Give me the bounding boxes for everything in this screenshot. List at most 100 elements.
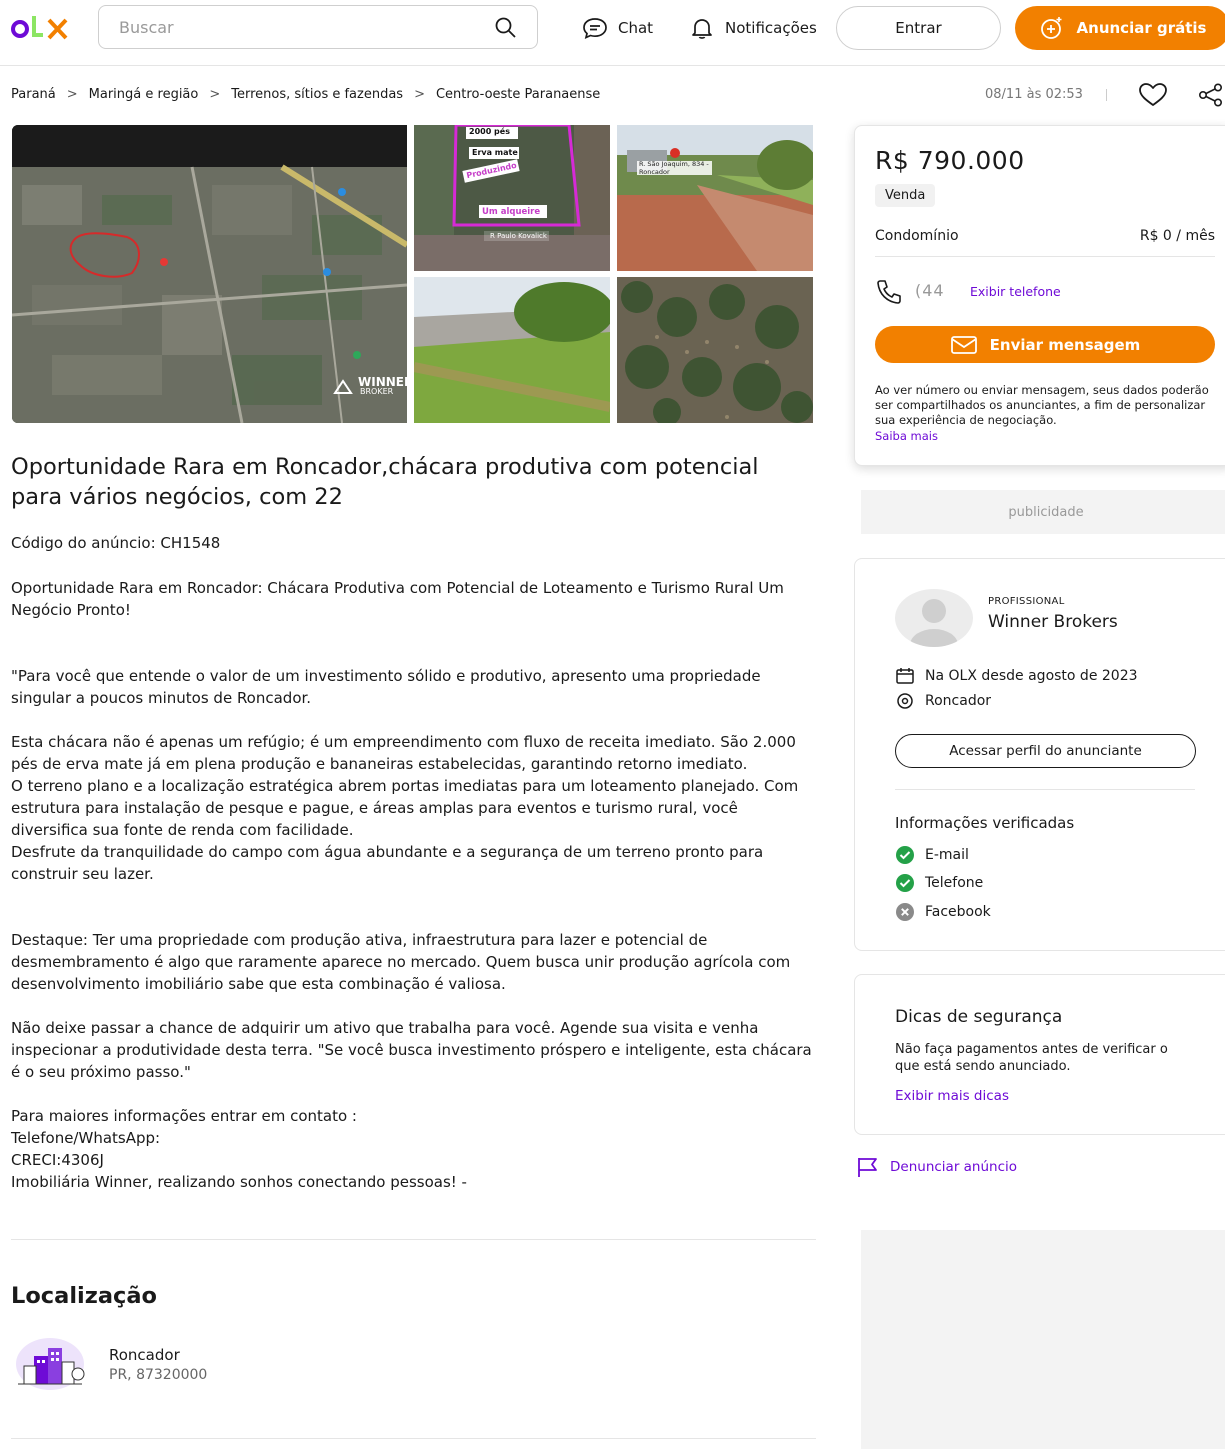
chat-label: Chat (618, 19, 654, 37)
advertisement-label: publicidade (1008, 504, 1084, 520)
search-input[interactable] (119, 17, 493, 37)
divider (1106, 89, 1107, 101)
chevron-right-icon: > (209, 87, 221, 102)
member-since-row: Na OLX desde agosto de 2023 (895, 667, 1138, 685)
thumb-label: 2000 pés (469, 127, 510, 136)
user-silhouette-icon (910, 599, 958, 647)
breadcrumb: Paraná > Maringá e região > Terrenos, sí… (11, 87, 600, 102)
seller-card: PROFISSIONAL Winner Brokers Na OLX desde… (854, 558, 1225, 951)
watermark-sub: BROKER (360, 387, 394, 396)
aerial-trees-image (617, 277, 813, 423)
advertisement-slot: publicidade (861, 490, 1225, 534)
breadcrumb-item[interactable]: Terrenos, sítios e fazendas (231, 87, 403, 102)
plot-map-image (414, 125, 610, 271)
member-since-text: Na OLX desde agosto de 2023 (925, 668, 1138, 684)
description-paragraph: Esta chácara não é apenas um refúgio; é … (11, 733, 799, 883)
notifications-label: Notificações (725, 19, 817, 37)
favorite-heart-icon[interactable] (1138, 82, 1168, 108)
listing-type-badge: Venda (875, 184, 936, 207)
phone-icon (877, 280, 901, 304)
aerial-map-image (12, 125, 407, 423)
thumb-label: Erva mate (472, 148, 518, 157)
envelope-icon (950, 335, 977, 354)
view-seller-profile-label: Acessar perfil do anunciante (949, 743, 1142, 759)
more-tips-link[interactable]: Exibir mais dicas (895, 1088, 1009, 1104)
description-paragraph: "Para você que entende o valor de um inv… (11, 667, 761, 707)
listing-title: Oportunidade Rara em Roncador,chácara pr… (11, 454, 759, 510)
learn-more-link[interactable]: Saiba mais (875, 429, 938, 443)
login-label: Entrar (895, 19, 942, 37)
divider (11, 1239, 816, 1240)
seller-type-tag: PROFISSIONAL (988, 596, 1065, 607)
check-circle-icon (896, 846, 914, 864)
chat-icon (583, 18, 607, 39)
top-header: Chat Notificações Entrar Anunciar grátis (0, 0, 1225, 66)
gallery-thumb[interactable] (414, 277, 610, 423)
location-pin-icon (897, 693, 913, 709)
price: R$ 790.000 (875, 146, 1025, 175)
verified-email-row: E-mail (895, 845, 969, 865)
post-ad-label: Anunciar grátis (1076, 19, 1207, 37)
verified-item-label: Telefone (925, 875, 984, 891)
verified-item-label: Facebook (925, 904, 991, 920)
posted-date: 08/11 às 02:53 (985, 87, 1083, 102)
send-message-label: Enviar mensagem (989, 335, 1141, 354)
sidebar-placeholder (861, 1230, 1225, 1449)
seller-city: Roncador (925, 693, 992, 709)
price-card: R$ 790.000 Venda Condomínio R$ 0 / mês (… (854, 125, 1225, 466)
thumb-label: R. São Joaquim, 834 - Roncador (639, 160, 709, 176)
post-ad-button[interactable]: Anunciar grátis (1015, 6, 1225, 50)
share-icon[interactable] (1198, 83, 1224, 107)
street-photo-image (617, 125, 813, 271)
field-photo-image (414, 277, 610, 423)
location-heading: Localização (11, 1283, 157, 1309)
chevron-right-icon: > (414, 87, 425, 102)
gallery-thumb[interactable]: 2000 pés Erva mate Produzindo Um alqueir… (414, 125, 610, 271)
privacy-disclaimer: Ao ver número ou enviar mensagem, seus d… (875, 383, 1209, 427)
condo-value: R$ 0 / mês (1139, 228, 1215, 244)
description-paragraph: Oportunidade Rara em Roncador: Chácara P… (11, 579, 784, 619)
breadcrumb-item[interactable]: Paraná (11, 87, 56, 102)
thumb-label: R Paulo Kovalick (490, 232, 547, 240)
chevron-right-icon: > (66, 87, 78, 102)
safety-tips-text: Não faça pagamentos antes de verificar o… (895, 1042, 1168, 1074)
seller-name[interactable]: Winner Brokers (988, 612, 1118, 632)
olx-logo[interactable] (10, 12, 72, 42)
view-seller-profile-button[interactable]: Acessar perfil do anunciante (895, 734, 1196, 768)
show-phone-link[interactable]: Exibir telefone (970, 284, 1061, 299)
thumb-label: Um alqueire (482, 207, 541, 217)
gallery-thumb[interactable]: R. São Joaquim, 834 - Roncador (617, 125, 813, 271)
city-buildings-icon (16, 1338, 85, 1390)
unverified-facebook-row: Facebook (895, 902, 991, 922)
report-ad-link[interactable]: Denunciar anúncio (856, 1156, 1017, 1178)
check-circle-icon (896, 874, 914, 892)
login-button[interactable]: Entrar (836, 6, 1001, 50)
chat-link[interactable]: Chat (582, 14, 653, 42)
gallery-thumb[interactable] (617, 277, 813, 423)
verified-phone-row: Telefone (895, 873, 983, 893)
notifications-link[interactable]: Notificações (689, 14, 817, 42)
safety-tips-heading: Dicas de segurança (895, 1007, 1063, 1027)
search-bar (98, 5, 538, 49)
seller-location-row: Roncador (895, 692, 991, 710)
avatar[interactable] (895, 589, 973, 647)
location-cep: PR, 87320000 (109, 1367, 208, 1383)
verified-item-label: E-mail (925, 847, 969, 863)
description-paragraph: Para maiores informações entrar em conta… (11, 1107, 467, 1191)
search-icon[interactable] (493, 15, 517, 39)
location-city: Roncador (109, 1346, 180, 1364)
flag-icon (858, 1158, 877, 1177)
divider (11, 1438, 816, 1439)
breadcrumb-item[interactable]: Maringá e região (89, 87, 199, 102)
gallery-main-image[interactable]: WINNER BROKER (12, 125, 407, 423)
calendar-icon (896, 668, 914, 684)
description-paragraph: Não deixe passar a chance de adquirir um… (11, 1019, 812, 1081)
verified-info-heading: Informações verificadas (895, 814, 1075, 832)
send-message-button[interactable]: Enviar mensagem (875, 326, 1215, 363)
divider (895, 789, 1195, 790)
safety-tips-card: Dicas de segurança Não faça pagamentos a… (854, 974, 1225, 1135)
listing-code: Código do anúncio: CH1548 (11, 534, 221, 552)
phone-number-partial: (44 (915, 281, 945, 300)
breadcrumb-item[interactable]: Centro-oeste Paranaense (436, 87, 600, 102)
add-listing-icon (1040, 17, 1062, 39)
